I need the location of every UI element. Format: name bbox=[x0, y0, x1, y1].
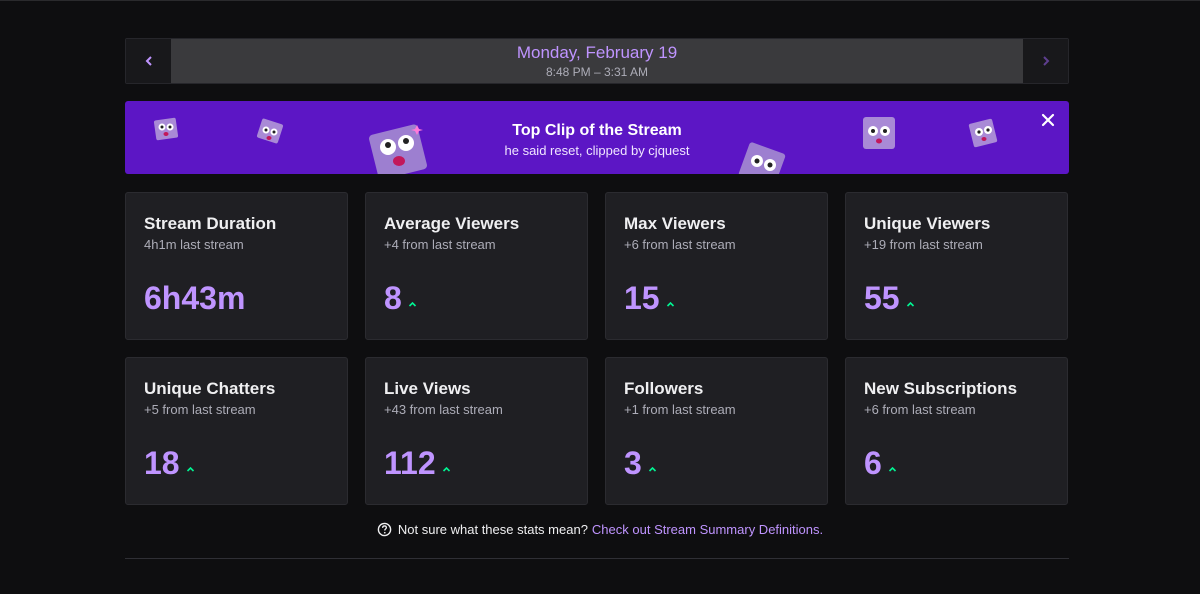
stat-card-stream-duration: Stream Duration 4h1m last stream 6h43m bbox=[125, 192, 348, 340]
top-clip-banner[interactable]: Top Clip of the Stream he said reset, cl… bbox=[125, 101, 1069, 174]
stat-value: 6h43m bbox=[144, 280, 246, 316]
stat-comparison: +6 from last stream bbox=[624, 237, 736, 252]
stat-title: Max Viewers bbox=[624, 214, 726, 233]
stat-card-new-subscriptions: New Subscriptions +6 from last stream 6 bbox=[845, 357, 1068, 505]
stat-value: 55 bbox=[864, 280, 900, 316]
close-banner-button[interactable] bbox=[1037, 109, 1059, 131]
stats-help: Not sure what these stats mean? Check ou… bbox=[0, 522, 1200, 537]
stat-value-row: 15 bbox=[624, 279, 675, 317]
stream-time-range: 8:48 PM – 3:31 AM bbox=[545, 64, 649, 79]
stat-title: Stream Duration bbox=[144, 214, 277, 233]
trend-up-icon bbox=[666, 301, 674, 307]
stat-title: Average Viewers bbox=[384, 214, 520, 233]
top-divider bbox=[0, 0, 1200, 1]
trend-up-icon bbox=[906, 301, 914, 307]
chevron-right-icon bbox=[1042, 56, 1049, 66]
stat-title: Unique Chatters bbox=[144, 379, 276, 398]
stat-value-row: 6 bbox=[864, 444, 897, 482]
section-divider bbox=[125, 558, 1069, 559]
stat-comparison: +1 from last stream bbox=[624, 402, 736, 417]
stat-title: New Subscriptions bbox=[864, 379, 1018, 398]
stat-comparison: +43 from last stream bbox=[384, 402, 503, 417]
clip-subtitle: he said reset, clipped by cjquest bbox=[504, 143, 690, 158]
stat-card-unique-chatters: Unique Chatters +5 from last stream 18 bbox=[125, 357, 348, 505]
stat-card-followers: Followers +1 from last stream 3 bbox=[605, 357, 828, 505]
stat-value: 8 bbox=[384, 280, 402, 316]
clip-info: Top Clip of the Stream he said reset, cl… bbox=[125, 121, 1069, 159]
trend-up-icon bbox=[186, 466, 194, 472]
stat-card-unique-viewers: Unique Viewers +19 from last stream 55 bbox=[845, 192, 1068, 340]
stat-title: Unique Viewers bbox=[864, 214, 991, 233]
stat-value: 3 bbox=[624, 445, 642, 481]
stat-value-row: 3 bbox=[624, 444, 657, 482]
question-circle-icon bbox=[377, 522, 392, 537]
stat-value-row: 55 bbox=[864, 279, 915, 317]
stat-title: Live Views bbox=[384, 379, 471, 398]
stat-value-row: 6h43m bbox=[144, 279, 245, 317]
stat-comparison: +4 from last stream bbox=[384, 237, 496, 252]
chevron-left-icon bbox=[145, 56, 152, 66]
stat-card-live-views: Live Views +43 from last stream 112 bbox=[365, 357, 588, 505]
trend-up-icon bbox=[408, 301, 416, 307]
stat-card-max-viewers: Max Viewers +6 from last stream 15 bbox=[605, 192, 828, 340]
stat-comparison: +6 from last stream bbox=[864, 402, 976, 417]
clip-title: Top Clip of the Stream bbox=[512, 122, 682, 139]
stat-value: 15 bbox=[624, 280, 660, 316]
stat-value-row: 8 bbox=[384, 279, 417, 317]
date-navigator: Monday, February 19 8:48 PM – 3:31 AM bbox=[125, 38, 1069, 84]
stat-value-row: 112 bbox=[384, 444, 451, 482]
stream-date: Monday, February 19 bbox=[516, 42, 678, 62]
previous-stream-button[interactable] bbox=[126, 39, 171, 83]
stat-value-row: 18 bbox=[144, 444, 195, 482]
stat-comparison: +5 from last stream bbox=[144, 402, 256, 417]
stat-comparison: +19 from last stream bbox=[864, 237, 983, 252]
stat-comparison: 4h1m last stream bbox=[144, 237, 244, 252]
date-display: Monday, February 19 8:48 PM – 3:31 AM bbox=[171, 39, 1023, 83]
help-text: Not sure what these stats mean? bbox=[397, 522, 588, 537]
definitions-link[interactable]: Check out Stream Summary Definitions. bbox=[592, 522, 823, 537]
trend-up-icon bbox=[648, 466, 656, 472]
next-stream-button[interactable] bbox=[1023, 39, 1068, 83]
trend-up-icon bbox=[888, 466, 896, 472]
stat-value: 18 bbox=[144, 445, 180, 481]
stat-title: Followers bbox=[624, 379, 704, 398]
stat-card-average-viewers: Average Viewers +4 from last stream 8 bbox=[365, 192, 588, 340]
close-icon bbox=[1041, 113, 1055, 127]
stat-value: 112 bbox=[384, 445, 436, 481]
stat-value: 6 bbox=[864, 445, 882, 481]
trend-up-icon bbox=[442, 466, 450, 472]
